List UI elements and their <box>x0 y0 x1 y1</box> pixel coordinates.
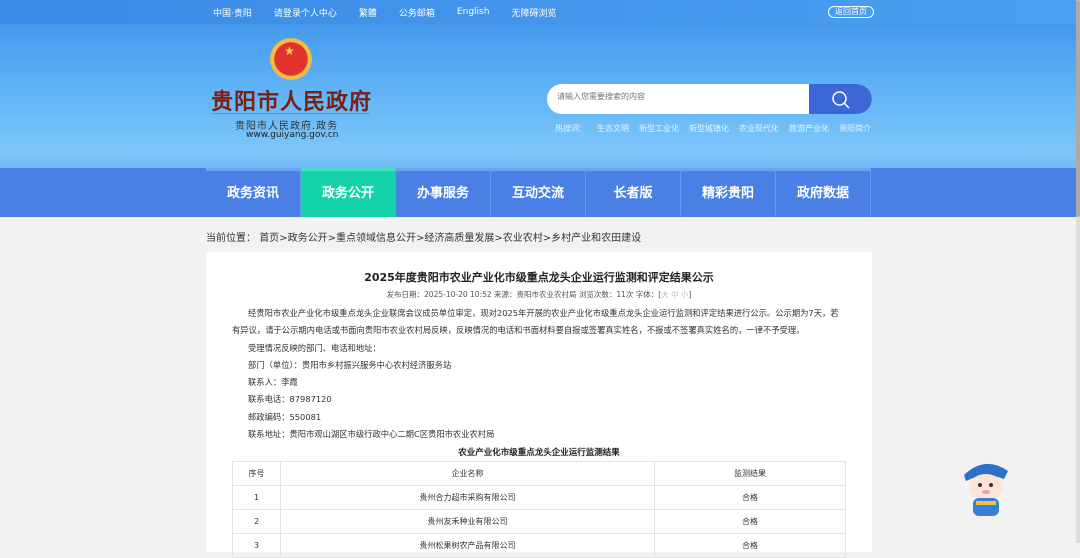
paragraph: 联系电话：87987120 <box>248 394 332 405</box>
font-medium[interactable]: 中 <box>671 290 679 299</box>
topbar-login[interactable]: 请登录个人中心 <box>274 6 337 19</box>
search-button[interactable] <box>809 84 872 114</box>
tab-elderly[interactable]: 长者版 <box>586 168 681 217</box>
hot-link[interactable]: 新型城镇化 <box>689 123 729 134</box>
logo-title[interactable]: 贵阳市人民政府 <box>211 84 372 116</box>
header-cell: 监测结果 <box>654 461 846 486</box>
hot-label: 热搜词： <box>555 124 587 133</box>
article-meta: 发布日期：2025-10-20 10:52 来源：贵阳市农业农村局 浏览次数：1… <box>206 289 872 300</box>
tab-gov-data[interactable]: 政府数据 <box>776 168 871 217</box>
table-header-row: 序号 企业名称 监测结果 <box>232 461 846 486</box>
hot-link[interactable]: 旅游产业化 <box>789 123 829 134</box>
search-icon <box>832 91 850 109</box>
tab-services[interactable]: 办事服务 <box>396 168 491 217</box>
hot-link[interactable]: 新型工业化 <box>639 123 679 134</box>
topbar-accessibility[interactable]: 无障碍浏览 <box>511 6 556 19</box>
breadcrumb-label: 当前位置： <box>206 233 256 244</box>
cell: 2 <box>232 509 281 534</box>
logo-url: www.guiyang.gov.cn <box>246 130 339 140</box>
table-row: 3 贵州松果树农产品有限公司 合格 <box>232 533 846 558</box>
article-title: 2025年度贵阳市农业产业化市级重点龙头企业运行监测和评定结果公示 <box>364 271 714 284</box>
scrollbar-thumb[interactable] <box>1076 0 1080 217</box>
meta-end: ] <box>688 290 692 299</box>
header-cell: 企业名称 <box>280 461 655 486</box>
topbar-english[interactable]: English <box>457 7 490 17</box>
table-row: 1 贵州合力超市采购有限公司 合格 <box>232 485 846 510</box>
cell: 贵州友禾种业有限公司 <box>280 509 655 534</box>
cell: 1 <box>232 485 281 510</box>
top-bar: 中国·贵阳 请登录个人中心 繁體 公务邮箱 English 无障碍浏览 返回首页 <box>0 0 1076 24</box>
tab-interaction[interactable]: 互动交流 <box>491 168 586 217</box>
national-emblem-icon: ★ <box>270 38 312 80</box>
article-card: 2025年度贵阳市农业产业化市级重点龙头企业运行监测和评定结果公示 发布日期：2… <box>206 252 872 558</box>
cell: 3 <box>232 533 281 558</box>
tab-open-government[interactable]: 政务公开 <box>301 168 396 217</box>
topbar-mail[interactable]: 公务邮箱 <box>399 6 435 19</box>
topbar-traditional[interactable]: 繁體 <box>359 6 377 19</box>
back-home-button[interactable]: 返回首页 <box>828 6 874 18</box>
header-cell: 序号 <box>232 461 281 486</box>
cell: 贵州松果树农产品有限公司 <box>280 533 655 558</box>
hot-link[interactable]: 生态文明 <box>597 123 629 134</box>
search-input[interactable] <box>557 92 807 101</box>
paragraph: 经贵阳市农业产业化市级重点龙头企业联席会议成员单位审定，现对2025年开展的农业… <box>232 308 839 336</box>
meta-text: 发布日期：2025-10-20 10:52 来源：贵阳市农业农村局 浏览次数：1… <box>386 290 662 299</box>
paragraph: 联系人：李霞 <box>248 377 298 388</box>
hot-searches: 热搜词： 生态文明 新型工业化 新型城镇化 农业现代化 旅游产业化 贵阳简介 <box>555 123 881 134</box>
table-row: 2 贵州友禾种业有限公司 合格 <box>232 509 846 534</box>
hot-link[interactable]: 贵阳简介 <box>839 123 871 134</box>
main-nav: 政务资讯 政务公开 办事服务 互动交流 长者版 精彩贵阳 政府数据 <box>206 168 871 217</box>
breadcrumb: 当前位置： 首页>政务公开>重点领域信息公开>经济高质量发展>农业农村>乡村产业… <box>206 229 641 244</box>
results-table: 序号 企业名称 监测结果 1 贵州合力超市采购有限公司 合格 2 贵州友禾种业有… <box>232 461 846 558</box>
hot-link[interactable]: 农业现代化 <box>739 123 779 134</box>
table-title: 农业产业化市级重点龙头企业运行监测结果 <box>458 448 620 458</box>
cell: 贵州合力超市采购有限公司 <box>280 485 655 510</box>
cell: 合格 <box>654 485 846 510</box>
tab-news[interactable]: 政务资讯 <box>206 168 301 217</box>
article-body: 经贵阳市农业产业化市级重点龙头企业联席会议成员单位审定，现对2025年开展的农业… <box>232 305 844 443</box>
breadcrumb-path[interactable]: 首页>政务公开>重点领域信息公开>经济高质量发展>农业农村>乡村产业和农田建设 <box>259 233 641 244</box>
cell: 合格 <box>654 533 846 558</box>
font-large[interactable]: 大 <box>661 290 669 299</box>
scrollbar[interactable] <box>1076 0 1080 543</box>
paragraph: 邮政编码：550081 <box>248 411 322 422</box>
cell: 合格 <box>654 509 846 534</box>
mascot-icon[interactable] <box>958 457 1013 519</box>
paragraph: 部门（单位）：贵阳市乡村振兴服务中心农村经济服务站 <box>248 359 452 370</box>
font-small[interactable]: 小 <box>681 290 689 299</box>
tab-wonderful-guiyang[interactable]: 精彩贵阳 <box>681 168 776 217</box>
search-box <box>547 84 872 114</box>
topbar-location[interactable]: 中国·贵阳 <box>213 6 252 19</box>
paragraph: 受理情况反映的部门、电话和地址： <box>248 342 381 353</box>
paragraph: 联系地址：贵阳市观山湖区市级行政中心二期C区贵阳市农业农村局 <box>248 429 495 440</box>
logo-divider <box>213 113 370 114</box>
